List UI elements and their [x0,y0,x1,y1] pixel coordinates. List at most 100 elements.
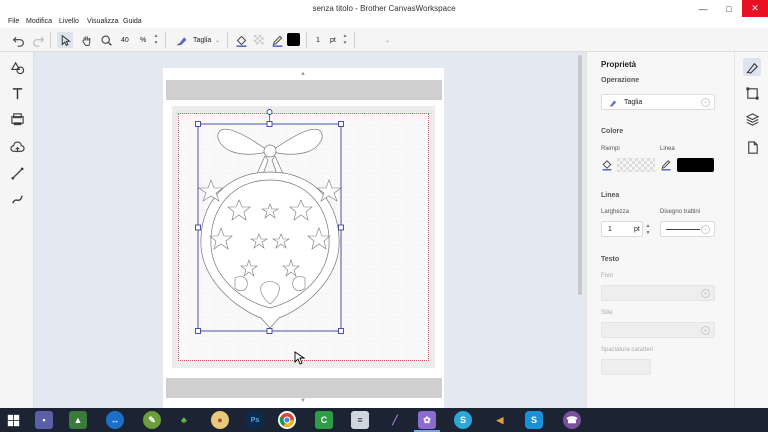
camtasia-icon[interactable]: C [315,411,333,429]
operation-dropdown-panel[interactable]: Taglia ⌄ [601,94,715,110]
width-unit: pt [634,225,640,233]
dash-style-dropdown[interactable]: ⌄ [660,221,715,237]
cloud-icon[interactable] [8,138,26,156]
window-title: senza titolo - Brother CanvasWorkspace [312,4,456,13]
toolbar-divider [50,32,51,48]
toolbar: 40 % ▲ ▼ Taglia ⌄ 1 pt ▲ ▼ ⌄ [0,28,768,69]
mat-bottom-band [166,378,442,398]
line-width-stepper[interactable]: ▲ ▼ [342,33,348,47]
fill-bucket-icon [602,160,612,171]
transform-icon[interactable] [743,84,761,102]
scroll-up-arrow-icon[interactable]: ▲ [300,71,306,77]
notes-icon[interactable]: ≡ [351,411,369,429]
redo-icon[interactable] [30,32,46,48]
skype-icon[interactable]: S [454,411,472,429]
photoshop-icon[interactable]: Ps [246,411,264,429]
shapes-icon[interactable] [8,58,26,76]
canvasworkspace-icon[interactable]: ✿ [418,411,436,429]
fill-none-swatch[interactable] [617,158,655,172]
selection-box[interactable] [192,106,348,338]
spacing-input[interactable] [601,359,651,375]
fill-bucket-icon[interactable] [233,32,249,48]
chevron-down-icon: ⌄ [701,225,710,234]
operation-section-title: Operazione [601,77,640,84]
operation-value: Taglia [624,98,643,106]
operation-dropdown[interactable]: Taglia [193,34,211,46]
toolbar-divider [354,32,355,48]
app-leaf-icon[interactable]: ✎ [143,411,161,429]
cut-operation-icon [174,32,190,48]
menu-guida[interactable]: Guida [123,18,142,25]
right-panel-rail [734,52,768,408]
skype-icon-2[interactable]: S [525,411,543,429]
line-style-chevron-icon[interactable]: ⌄ [385,34,390,46]
zoom-icon[interactable] [98,32,114,48]
line-pen-icon[interactable] [269,32,285,48]
page-icon[interactable] [743,138,761,156]
viber-icon[interactable]: ☎ [563,411,581,429]
toolbar-divider [227,32,228,48]
close-button[interactable]: ✕ [742,0,768,17]
clover-icon[interactable]: ♣ [175,411,193,429]
undo-icon[interactable] [10,32,26,48]
line-width-input[interactable]: 1 [316,34,330,46]
menu-modifica[interactable]: Modifica [26,18,52,25]
toolbar-divider [165,32,166,48]
windows-taskbar: ▪ ▲ ↔ ✎ ♣ ● Ps C ≡ ╱ ✿ S ◀ S ☎ [0,408,768,432]
line-color-label: Linea [660,146,675,152]
image-trace-icon[interactable] [8,110,26,128]
text-section-title: Testo [601,256,620,263]
teamviewer-icon[interactable]: ↔ [106,411,124,429]
scroll-down-arrow-icon[interactable]: ▼ [300,398,306,404]
line-color-swatch[interactable] [287,33,300,46]
font-dropdown[interactable]: ⌄ [601,285,715,301]
toolbar-divider [306,32,307,48]
select-tool-icon[interactable] [57,32,73,48]
width-stepper[interactable]: ▲ ▼ [645,223,651,237]
menu-bar: File Modifica Livello Visualizza Guida [0,17,768,28]
freehand-icon[interactable] [8,190,26,208]
mat-top-band [166,80,442,100]
chevron-down-icon: ⌄ [701,98,710,107]
width-value: 1 [608,225,612,233]
paint-icon[interactable]: ● [211,411,229,429]
cut-icon [609,100,617,107]
hand-tool-icon[interactable] [78,32,94,48]
maximize-button[interactable]: □ [716,0,742,17]
line-width-unit: pt [330,36,336,44]
line-icon[interactable] [8,164,26,182]
width-input[interactable]: 1 pt [601,221,643,237]
line-color-swatch-panel[interactable] [677,158,714,172]
fill-label: Riempi [601,146,620,152]
line-section-title: Linea [601,192,620,199]
color-section-title: Colore [601,128,624,135]
mouse-cursor-icon [294,351,306,365]
start-icon[interactable] [4,411,22,429]
title-bar: senza titolo - Brother CanvasWorkspace —… [0,0,768,17]
menu-file[interactable]: File [8,18,19,25]
minimize-button[interactable]: — [690,0,716,17]
chrome-icon[interactable] [278,411,296,429]
photos-icon[interactable]: ▲ [69,411,87,429]
style-dropdown[interactable]: ⌄ [601,322,715,338]
spacing-label: Spaziatura caratteri [601,347,654,353]
pen-icon[interactable]: ╱ [386,411,404,429]
chevron-down-icon[interactable]: ⌄ [215,34,220,46]
fill-none-swatch-icon[interactable] [251,32,267,48]
font-label: Font [601,273,614,279]
style-label: Stile [601,310,613,316]
menu-livello[interactable]: Livello [59,18,79,25]
vertical-scrollbar[interactable] [578,55,582,295]
dash-label: Disegno trattini [660,209,701,215]
properties-icon[interactable] [743,58,761,76]
line-pen-icon [661,160,671,171]
layers-icon[interactable] [743,110,761,128]
volume-icon[interactable]: ◀ [491,411,509,429]
zoom-stepper[interactable]: ▲ ▼ [153,33,159,47]
text-icon[interactable] [8,84,26,102]
save-app-icon[interactable]: ▪ [35,411,53,429]
dash-preview [666,229,700,230]
zoom-input[interactable]: 40 [121,34,137,46]
menu-visualizza[interactable]: Visualizza [87,18,118,25]
width-label: Larghezza [601,209,630,215]
